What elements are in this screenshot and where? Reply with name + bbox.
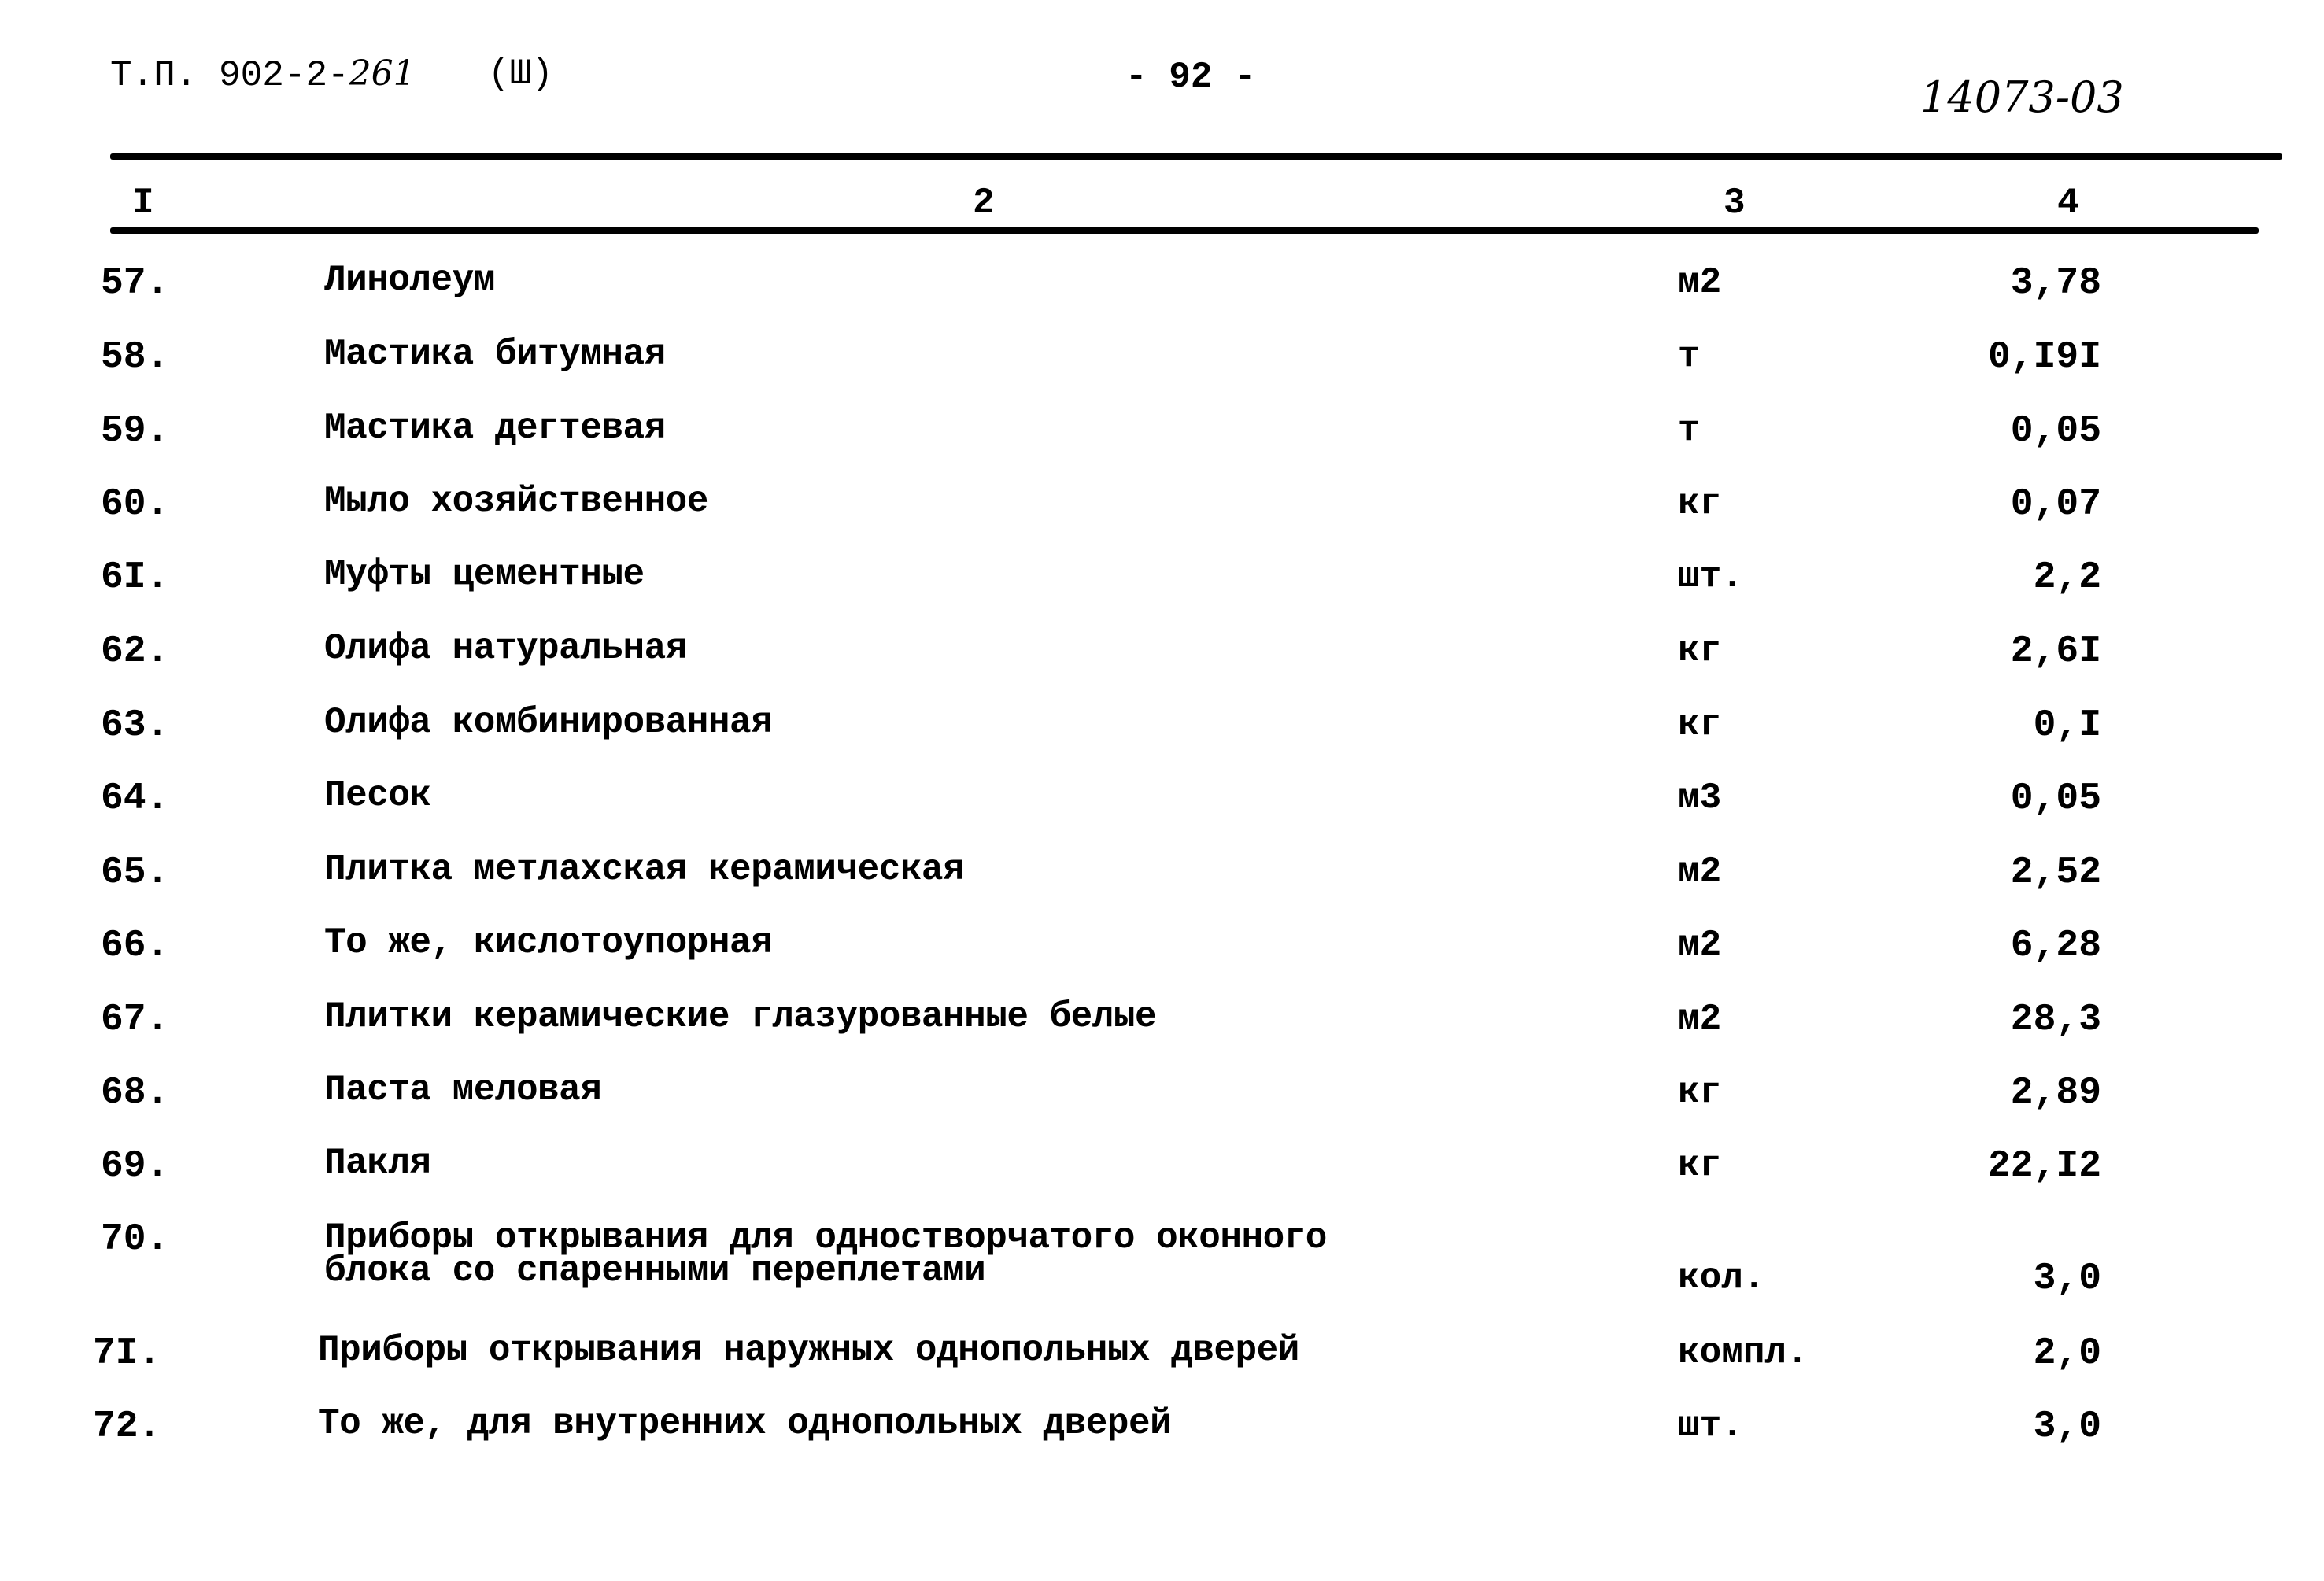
row-number: 60. <box>101 483 169 526</box>
unit: шт. <box>1678 556 1743 597</box>
quantity: 2,89 <box>2010 1072 2101 1114</box>
quantity: 6,28 <box>2010 925 2101 967</box>
table-row: 72. То же, для внутренних однопольных дв… <box>0 1406 2324 1476</box>
unit: компл. <box>1678 1332 1809 1373</box>
material-name: Мастика дегтевая <box>324 408 666 449</box>
quantity: 22,I2 <box>1987 1145 2101 1188</box>
row-number: 62. <box>101 630 169 673</box>
row-number: 70. <box>101 1218 169 1261</box>
row-number: 57. <box>101 262 169 305</box>
table-row: 67. Плитки керамические глазурованные бе… <box>0 999 2324 1069</box>
row-number: 64. <box>101 778 169 820</box>
table-row: 70. Приборы открывания для одностворчато… <box>0 1218 2324 1313</box>
material-name: Линолеум <box>324 260 495 301</box>
table-row: 58. Мастика битумная т 0,I9I <box>0 336 2324 407</box>
unit: т <box>1678 336 1700 377</box>
unit: кг <box>1678 1072 1722 1113</box>
row-number: 58. <box>101 336 169 379</box>
unit: кг <box>1678 704 1722 745</box>
table-row: 60. Мыло хозяйственное кг 0,07 <box>0 483 2324 554</box>
table-row: 62. Олифа натуральная кг 2,6I <box>0 630 2324 701</box>
unit: м2 <box>1678 999 1722 1040</box>
material-name: То же, для внутренних однопольных дверей <box>318 1403 1172 1444</box>
material-name: Плитка метлахская керамическая <box>324 849 965 890</box>
material-name: То же, кислотоупорная <box>324 922 773 963</box>
unit: м2 <box>1678 925 1722 966</box>
quantity: 3,78 <box>2010 262 2101 305</box>
quantity: 2,0 <box>2033 1332 2101 1375</box>
volume-label: (Ш) <box>488 54 553 94</box>
inventory-number: 14073-03 <box>1920 72 2124 122</box>
row-number: 72. <box>93 1406 161 1448</box>
document-code-handwritten: 261 <box>349 54 416 94</box>
row-number: 67. <box>101 999 169 1041</box>
table-row: 65. Плитка метлахская керамическая м2 2,… <box>0 851 2324 922</box>
material-name: Мыло хозяйственное <box>324 481 708 522</box>
quantity: 3,0 <box>2033 1258 2101 1300</box>
table-row: 59. Мастика дегтевая т 0,05 <box>0 410 2324 481</box>
row-number: 6I. <box>101 556 169 599</box>
table-row: 68. Паста меловая кг 2,89 <box>0 1072 2324 1143</box>
quantity: 0,05 <box>2010 778 2101 820</box>
unit: кг <box>1678 1145 1722 1186</box>
unit: м3 <box>1678 778 1722 818</box>
unit: м2 <box>1678 262 1722 303</box>
row-number: 68. <box>101 1072 169 1114</box>
row-number: 65. <box>101 851 169 894</box>
quantity: 0,05 <box>2010 410 2101 453</box>
document-code: Т.П. 902-2-261 <box>110 54 416 96</box>
table-row: 7I. Приборы открывания наружных однополь… <box>0 1332 2324 1403</box>
material-name: Муфты цементные <box>324 554 645 595</box>
row-number: 59. <box>101 410 169 453</box>
quantity: 3,0 <box>2033 1406 2101 1448</box>
table-row: 63. Олифа комбинированная кг 0,I <box>0 704 2324 775</box>
material-name: Паста меловая <box>324 1069 602 1110</box>
column-number-3: 3 <box>1724 183 1746 223</box>
column-number-4: 4 <box>2057 183 2079 223</box>
table-row: 6I. Муфты цементные шт. 2,2 <box>0 556 2324 627</box>
unit: шт. <box>1678 1406 1743 1446</box>
unit: м2 <box>1678 851 1722 892</box>
quantity: 2,6I <box>2010 630 2101 673</box>
row-number: 69. <box>101 1145 169 1188</box>
document-code-printed: Т.П. 902-2- <box>110 55 349 96</box>
material-name: Пакля <box>324 1143 431 1184</box>
top-rule <box>110 153 2282 160</box>
row-number: 7I. <box>93 1332 161 1375</box>
unit: кг <box>1678 630 1722 671</box>
material-name: Приборы открывания наружных однопольных … <box>318 1330 1299 1371</box>
column-number-1: I <box>132 183 154 223</box>
unit: кол. <box>1678 1258 1765 1298</box>
quantity: 2,52 <box>2010 851 2101 894</box>
unit: т <box>1678 410 1700 451</box>
quantity: 2,2 <box>2033 556 2101 599</box>
table-row: 66. То же, кислотоупорная м2 6,28 <box>0 925 2324 996</box>
quantity: 0,I <box>2033 704 2101 747</box>
quantity: 0,I9I <box>1987 336 2101 379</box>
table-row: 69. Пакля кг 22,I2 <box>0 1145 2324 1216</box>
page-number: - 92 - <box>1125 57 1256 98</box>
quantity: 0,07 <box>2010 483 2101 526</box>
material-name: Олифа натуральная <box>324 628 687 669</box>
row-number: 63. <box>101 704 169 747</box>
row-number: 66. <box>101 925 169 967</box>
header-rule <box>110 227 2259 234</box>
material-name: Олифа комбинированная <box>324 702 773 743</box>
material-name: Песок <box>324 775 431 816</box>
material-name-continued: блока со спаренными переплетами <box>324 1250 986 1291</box>
material-name: Мастика битумная <box>324 334 666 375</box>
unit: кг <box>1678 483 1722 524</box>
material-name: Плитки керамические глазурованные белые <box>324 996 1157 1037</box>
column-number-2: 2 <box>973 183 995 223</box>
table-row: 64. Песок м3 0,05 <box>0 778 2324 848</box>
table-row: 57. Линолеум м2 3,78 <box>0 262 2324 333</box>
quantity: 28,3 <box>2010 999 2101 1041</box>
